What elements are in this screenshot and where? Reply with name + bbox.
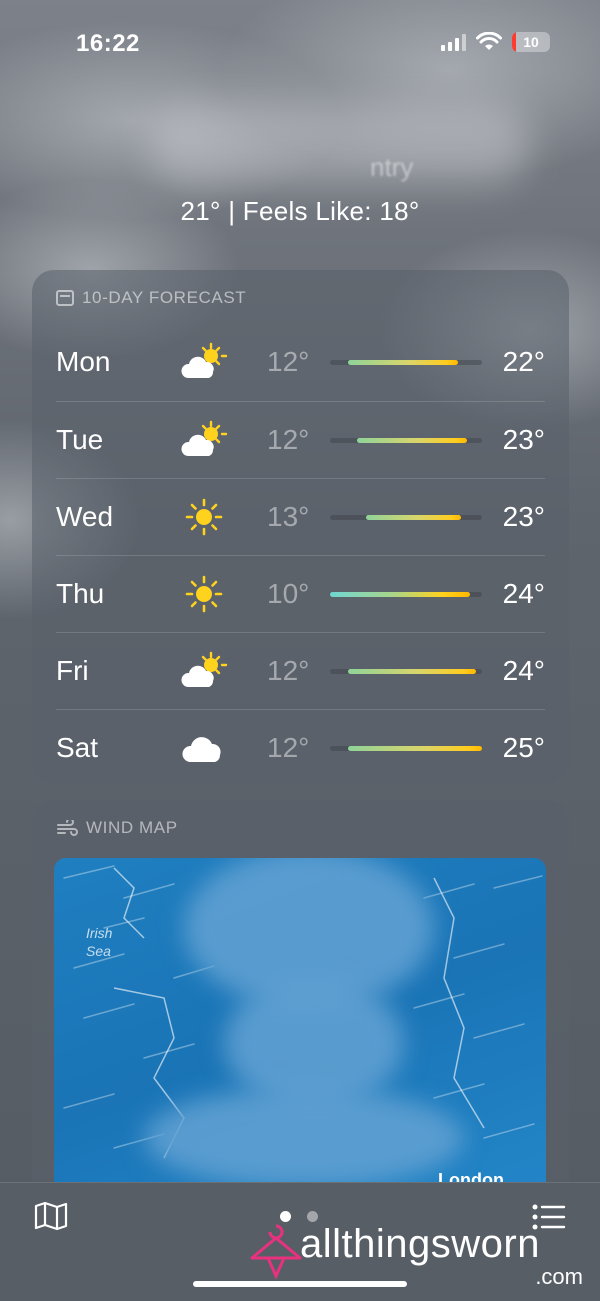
forecast-row[interactable]: Mon 12° 22° — [56, 324, 545, 401]
forecast-low: 13° — [267, 501, 310, 532]
hanger-icon — [250, 1224, 302, 1280]
forecast-row[interactable]: Tue 12° 23° — [56, 401, 545, 478]
wind-icon — [57, 820, 78, 836]
calendar-icon — [56, 290, 74, 306]
wind-map-header: WIND MAP — [56, 818, 178, 838]
forecast-high: 23° — [502, 424, 545, 455]
forecast-day: Thu — [56, 578, 105, 609]
status-time: 16:22 — [76, 30, 140, 57]
forecast-row[interactable]: Fri 12° 24° — [56, 632, 545, 709]
partly-sunny-icon — [180, 342, 228, 382]
temperature-range-bar — [348, 669, 476, 674]
temperature-range-track — [330, 438, 482, 443]
forecast-high: 24° — [502, 578, 545, 609]
forecast-low: 12° — [267, 424, 310, 455]
redacted-blob — [144, 1088, 464, 1188]
temperature-range-track — [330, 360, 482, 365]
watermark-text: allthingsworn — [300, 1222, 540, 1266]
temperature-range-bar — [348, 360, 458, 365]
forecast-low: 10° — [267, 578, 310, 609]
forecast-row[interactable]: Wed 13° 23° — [56, 478, 545, 555]
forecast-low: 12° — [267, 732, 310, 763]
wind-map-title: WIND MAP — [86, 818, 178, 837]
forecast-day: Mon — [56, 346, 111, 377]
forecast-rows: Mon 12° 22° Tue 12° 23° Wed 13° 23° Thu 10° 24° Fri 1… — [56, 324, 545, 786]
forecast-row[interactable]: Thu 10° 24° — [56, 555, 545, 632]
temperature-range-bar — [357, 438, 467, 443]
cloud-icon — [180, 728, 228, 768]
partly-sunny-icon — [180, 420, 228, 460]
status-icons: 10 — [441, 32, 550, 52]
wifi-icon — [476, 32, 502, 50]
map-label-irish-sea: Irish Sea — [86, 925, 113, 959]
sun-icon — [180, 574, 228, 614]
temperature-range-track — [330, 515, 482, 520]
forecast-high: 24° — [502, 655, 545, 686]
forecast-row[interactable]: Sat 12° 25° — [56, 709, 545, 786]
forecast-day: Tue — [56, 424, 104, 455]
status-bar: 16:22 10 — [0, 0, 600, 90]
watermark-suffix: .com — [535, 1264, 583, 1289]
partly-sunny-icon — [180, 651, 228, 691]
temperature-range-track — [330, 669, 482, 674]
forecast-day: Wed — [56, 501, 114, 532]
forecast-day: Sat — [56, 732, 99, 763]
location-name-redacted — [150, 105, 530, 185]
forecast-card[interactable]: 10-DAY FORECAST Mon 12° 22° Tue 12° 23° Wed 13°… — [32, 270, 569, 783]
forecast-low: 12° — [267, 655, 310, 686]
cellular-signal-icon — [441, 33, 466, 51]
forecast-high: 25° — [502, 732, 545, 763]
forecast-day: Fri — [56, 655, 89, 686]
temperature-range-bar — [330, 592, 470, 597]
temperature-range-track — [330, 592, 482, 597]
forecast-low: 12° — [267, 346, 310, 377]
temperature-range-bar — [348, 746, 482, 751]
battery-icon: 10 — [512, 32, 550, 52]
temperature-range-track — [330, 746, 482, 751]
wind-map[interactable]: Irish Sea London — [54, 858, 546, 1198]
temperature-range-bar — [366, 515, 461, 520]
forecast-title: 10-DAY FORECAST — [82, 288, 247, 307]
forecast-header: 10-DAY FORECAST — [56, 288, 246, 308]
sun-icon — [180, 497, 228, 537]
forecast-high: 23° — [502, 501, 545, 532]
forecast-high: 22° — [502, 346, 545, 377]
map-icon[interactable] — [34, 1201, 68, 1231]
current-temperature-summary: 21° | Feels Like: 18° — [180, 196, 420, 226]
location-fragment: ntry — [370, 152, 414, 182]
watermark-logo: allthingsworn .com — [248, 1218, 593, 1289]
